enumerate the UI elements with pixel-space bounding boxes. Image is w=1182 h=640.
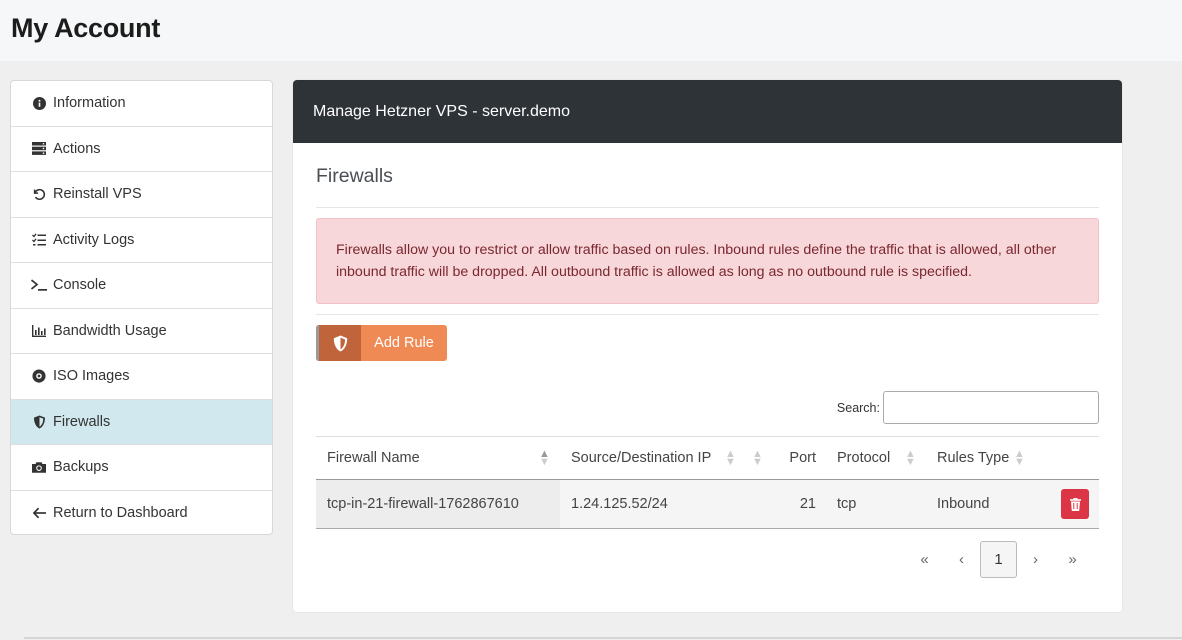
sidebar-item-label: Bandwidth Usage [53, 322, 167, 339]
column-header-port[interactable]: ▲ ▼ Port [746, 436, 826, 480]
sidebar-item-console[interactable]: Console [11, 263, 272, 309]
cell-protocol: tcp [826, 479, 926, 529]
pagination-current-page[interactable]: 1 [980, 541, 1017, 578]
sidebar-item-label: Firewalls [53, 413, 111, 430]
cell-port: 21 [746, 479, 826, 529]
search-row: Search: [837, 391, 1099, 424]
manage-vps-panel: Manage Hetzner VPS - server.demo Firewal… [293, 80, 1122, 612]
trash-icon [1069, 497, 1081, 511]
sidebar-item-label: ISO Images [53, 368, 130, 385]
sort-icon: ▲ ▼ [725, 448, 736, 468]
sidebar-item-actions[interactable]: Actions [11, 127, 272, 172]
footer-divider [24, 637, 1182, 639]
chart-bar-icon [31, 323, 47, 339]
column-header-actions [1036, 436, 1099, 480]
search-label: Search: [836, 400, 880, 415]
pagination-prev[interactable]: ‹ [943, 541, 980, 578]
pagination-last[interactable]: » [1054, 541, 1091, 578]
camera-icon [31, 459, 47, 475]
cell-firewall-name: tcp-in-21-firewall-1762867610 [316, 479, 560, 529]
column-label: Source/Destination IP [571, 450, 712, 466]
sidebar-item-label: Information [53, 95, 126, 112]
column-label: Rules Type [937, 450, 1010, 466]
sidebar-item-label: Console [53, 277, 107, 294]
column-label: Firewall Name [327, 450, 420, 466]
firewall-info-alert: Firewalls allow you to restrict or allow… [316, 218, 1099, 304]
disc-icon [31, 368, 47, 384]
info-icon [31, 95, 47, 111]
terminal-icon [31, 277, 47, 293]
delete-rule-button[interactable] [1061, 489, 1089, 519]
cell-rules-type: Inbound [926, 479, 1036, 529]
section-title: Firewalls [316, 165, 1099, 208]
page-title: My Account [11, 13, 161, 43]
sidebar-item-backups[interactable]: Backups [11, 445, 272, 491]
column-header-protocol[interactable]: Protocol ▲ ▼ [826, 436, 926, 480]
sidebar-item-activity-logs[interactable]: Activity Logs [11, 218, 272, 263]
sidebar-item-label: Actions [53, 140, 101, 157]
sidebar-item-information[interactable]: Information [11, 81, 272, 127]
column-header-firewall-name[interactable]: Firewall Name ▲ ▼ [316, 436, 560, 480]
sidebar-item-label: Reinstall VPS [53, 186, 142, 203]
pagination-next[interactable]: › [1017, 541, 1054, 578]
sidebar-item-label: Backups [53, 459, 109, 476]
sort-icon: ▲ ▼ [752, 448, 763, 468]
undo-icon [31, 186, 47, 202]
cell-actions [1036, 479, 1099, 529]
pagination-first[interactable]: « [906, 541, 943, 578]
shield-icon [316, 325, 361, 361]
sort-icon: ▲ ▼ [539, 448, 550, 468]
divider [316, 314, 1099, 315]
sidebar-item-label: Return to Dashboard [53, 505, 188, 522]
table-row: tcp-in-21-firewall-1762867610 1.24.125.5… [316, 479, 1099, 529]
sidebar-item-label: Activity Logs [53, 231, 135, 248]
sort-icon: ▲ ▼ [905, 448, 916, 468]
column-header-rules-type[interactable]: Rules Type ▲ ▼ [926, 436, 1036, 480]
arrow-left-icon [31, 505, 47, 521]
firewall-table: Firewall Name ▲ ▼ Source/Destination IP ▲… [316, 436, 1099, 529]
search-input[interactable] [883, 391, 1099, 424]
column-label: Protocol [837, 450, 891, 466]
sidebar: Information Actions Reinstall VPS Activi… [10, 80, 273, 535]
panel-header: Manage Hetzner VPS - server.demo [293, 80, 1122, 143]
sidebar-item-return-to-dashboard[interactable]: Return to Dashboard [11, 491, 272, 535]
sidebar-item-reinstall-vps[interactable]: Reinstall VPS [11, 172, 272, 218]
sidebar-item-iso-images[interactable]: ISO Images [11, 354, 272, 400]
top-bar: My Account [0, 0, 1182, 61]
sidebar-item-bandwidth-usage[interactable]: Bandwidth Usage [11, 309, 272, 354]
list-check-icon [31, 232, 47, 248]
table-header-row: Firewall Name ▲ ▼ Source/Destination IP ▲… [316, 436, 1099, 480]
cell-ip: 1.24.125.52/24 [560, 479, 746, 529]
shield-icon [31, 414, 47, 430]
column-header-source-destination-ip[interactable]: Source/Destination IP ▲ ▼ [560, 436, 746, 480]
add-rule-button[interactable]: Add Rule [316, 325, 447, 361]
add-rule-label: Add Rule [361, 325, 447, 361]
sidebar-item-firewalls[interactable]: Firewalls [11, 399, 272, 445]
column-label: Port [789, 450, 816, 466]
panel-body: Firewalls Firewalls allow you to restric… [293, 165, 1122, 361]
server-icon [31, 141, 47, 157]
sort-icon: ▲ ▼ [1014, 448, 1025, 468]
pagination: « ‹ 1 › » [906, 541, 1091, 578]
